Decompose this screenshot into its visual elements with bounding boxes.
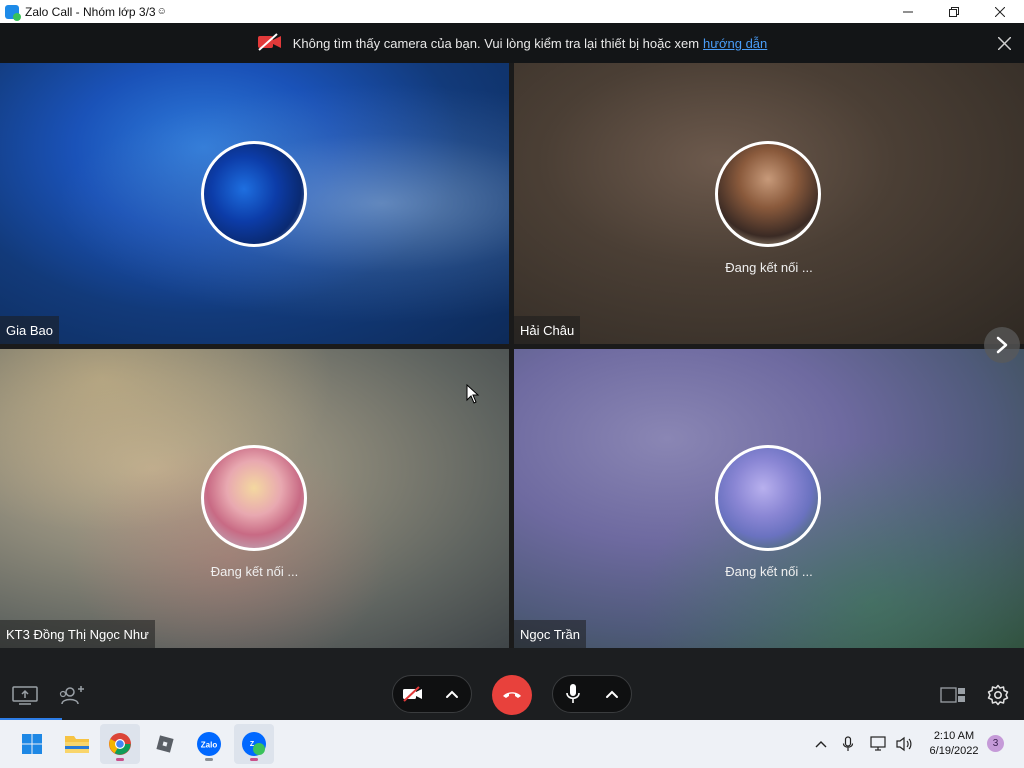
connection-status: Đang kết nối ... [725,564,813,579]
mouse-cursor-icon [466,384,480,404]
close-window-button[interactable] [977,0,1023,23]
camera-missing-icon [257,32,283,55]
show-hidden-icons-button[interactable] [812,735,830,753]
microphone-toggle-button[interactable] [553,675,592,713]
start-button[interactable] [12,724,52,764]
svg-text:Zalo: Zalo [201,741,218,750]
zalo-app-icon [5,4,21,21]
windows-start-icon [22,734,42,754]
notice-close-button[interactable] [994,33,1014,53]
window-titlebar: Zalo Call - Nhóm lớp 3/3 ☺ [0,0,1024,23]
next-page-button[interactable] [984,327,1020,363]
microphone-icon [565,684,580,703]
notification-badge[interactable]: 3 [987,735,1004,752]
tray-microphone[interactable] [839,735,857,753]
clock-time: 2:10 AM [933,730,975,742]
chevron-up-icon [815,741,827,748]
settings-icon [987,684,1009,706]
camera-options-button[interactable] [432,675,471,713]
restore-icon [949,6,959,17]
roblox-icon [156,735,174,753]
microphone-options-button[interactable] [592,675,631,713]
taskbar-roblox[interactable] [145,724,185,764]
end-call-button[interactable] [492,675,532,715]
participant-tile[interactable]: Đang kết nối ... Hải Châu [514,63,1024,344]
clock-date: 6/19/2022 [929,745,979,757]
taskbar-chrome[interactable] [100,724,140,764]
microphone-icon [842,736,854,751]
participant-tile[interactable]: Đang kết nối ... Ngọc Trần [514,349,1024,648]
add-participant-icon [59,686,84,705]
chevron-up-icon [605,690,618,698]
window-title: Zalo Call - Nhóm lớp 3/3 [25,4,156,19]
video-grid: Gia Bao Đang kết nối ... Hải Châu Đang k… [0,63,1024,648]
volume-icon [896,736,912,752]
chrome-icon [109,733,131,755]
participant-name: Ngọc Trần [514,620,586,648]
taskbar-clock[interactable]: 2:10 AM 6/19/2022 [924,729,984,759]
taskbar-file-explorer[interactable] [57,724,97,764]
group-emoji-icon: ☺ [156,6,167,17]
call-controls-bar [0,648,1024,720]
avatar [201,141,307,247]
tray-network[interactable] [870,735,888,753]
microphone-control-group [552,675,632,713]
close-icon [997,36,1011,50]
avatar [715,141,821,247]
minimize-button[interactable] [885,0,931,23]
screen-share-button[interactable] [12,684,38,706]
network-icon [870,736,886,751]
file-explorer-icon [65,736,89,753]
end-call-icon [503,692,521,698]
notice-message: Không tìm thấy camera của bạn. Vui lòng … [292,35,700,51]
camera-notice-bar: Không tìm thấy camera của bạn. Vui lòng … [0,23,1024,63]
taskbar-zalo[interactable]: Zalo [189,724,229,764]
layout-icon [940,687,965,703]
zalo-icon: Zalo [197,732,221,756]
participant-tile[interactable]: Gia Bao [0,63,509,344]
camera-control-group [392,675,472,713]
add-participant-button[interactable] [58,684,86,706]
zalo-call-icon: Z [242,732,266,756]
help-link[interactable]: hướng dẫn [703,36,767,51]
participant-name: KT3 Đồng Thị Ngọc Như [0,620,155,648]
minimize-icon [903,11,913,12]
participant-name: Hải Châu [514,316,581,344]
settings-button[interactable] [986,683,1010,707]
maximize-button[interactable] [931,0,977,23]
participant-name: Gia Bao [0,316,59,344]
layout-button[interactable] [940,686,966,704]
windows-taskbar: Zalo Z 2:10 AM 6/19/2022 [0,720,1024,768]
running-indicator [250,758,258,761]
camera-toggle-button[interactable] [393,675,432,713]
close-icon [995,6,1005,17]
screen-share-icon [12,686,38,705]
connection-status: Đang kết nối ... [210,564,299,579]
tray-volume[interactable] [895,735,913,753]
connection-status: Đang kết nối ... [725,260,813,275]
avatar [201,445,307,551]
running-indicator [205,758,213,761]
camera-off-icon [402,686,422,702]
participant-tile[interactable]: Đang kết nối ... KT3 Đồng Thị Ngọc Như [0,349,509,648]
taskbar-zalo-call[interactable]: Z [234,724,274,764]
running-indicator [116,758,124,761]
chevron-up-icon [445,690,458,698]
avatar [715,445,821,551]
chevron-right-icon [996,336,1008,354]
